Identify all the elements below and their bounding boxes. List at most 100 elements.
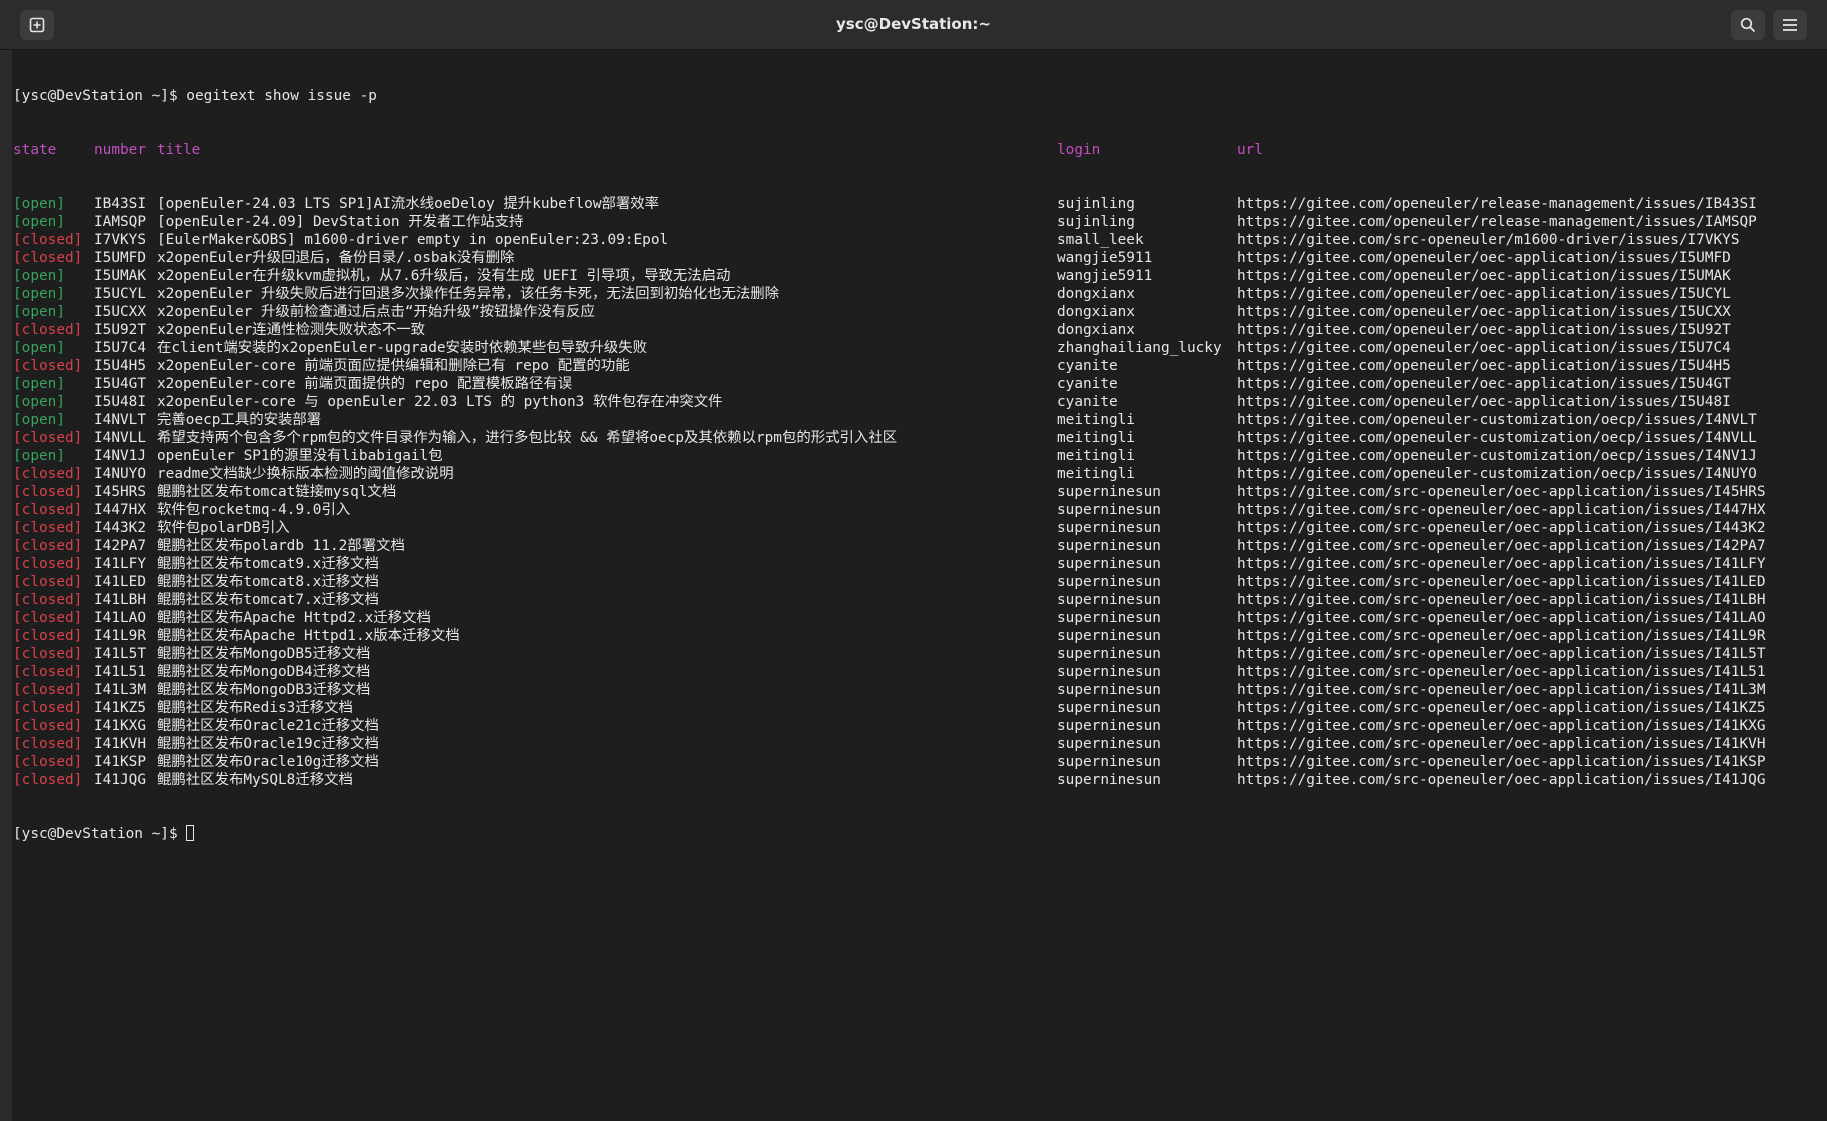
issue-login: cyanite [1057, 358, 1118, 374]
command-text: oegitext show issue -p [177, 88, 377, 104]
issue-login: meitingli [1057, 430, 1135, 446]
table-row: [closed] I5UMFD x2openEuler升级回退后，备份目录/.osb… [13, 249, 1823, 267]
issue-url[interactable]: https://gitee.com/src-openeuler/oec-appl… [1237, 573, 1766, 591]
table-row: [open] I4NV1J openEuler SP1的源里没有libabigail… [13, 447, 1823, 465]
issue-login: superninesun [1057, 610, 1161, 626]
issue-state: [closed] [13, 358, 83, 374]
issue-url[interactable]: https://gitee.com/src-openeuler/oec-appl… [1237, 753, 1766, 771]
issue-state: [closed] [13, 484, 83, 500]
table-row: [open] I5UCXX x2openEuler 升级前检查通过后点击“开始升级”… [13, 303, 1823, 321]
issue-url[interactable]: https://gitee.com/src-openeuler/oec-appl… [1237, 501, 1766, 519]
issue-url[interactable]: https://gitee.com/src-openeuler/oec-appl… [1237, 537, 1766, 555]
table-row: [open] IB43SI [openEuler-24.03 LTS SP1]AI流… [13, 195, 1823, 213]
issue-number: I5UMAK [94, 268, 146, 284]
issue-url[interactable]: https://gitee.com/src-openeuler/oec-appl… [1237, 555, 1766, 573]
search-button[interactable] [1731, 10, 1765, 40]
issue-state: [closed] [13, 322, 83, 338]
issue-state: [closed] [13, 664, 83, 680]
issue-url[interactable]: https://gitee.com/openeuler/oec-applicat… [1237, 267, 1731, 285]
issue-url[interactable]: https://gitee.com/openeuler/oec-applicat… [1237, 303, 1731, 321]
issue-login: sujinling [1057, 196, 1135, 212]
issue-number: I41KZ5 [94, 700, 146, 716]
issue-login: superninesun [1057, 538, 1161, 554]
issue-url[interactable]: https://gitee.com/openeuler/oec-applicat… [1237, 357, 1731, 375]
issue-number: I4NVLL [94, 430, 146, 446]
issue-url[interactable]: https://gitee.com/openeuler/oec-applicat… [1237, 375, 1731, 393]
issue-number: I41KVH [94, 736, 146, 752]
issue-title: [EulerMaker&OBS] m1600-driver empty in o… [157, 232, 669, 248]
header-number: number [94, 142, 146, 158]
issue-url[interactable]: https://gitee.com/openeuler/oec-applicat… [1237, 339, 1731, 357]
issue-number: I5UMFD [94, 250, 146, 266]
issue-state: [closed] [13, 736, 83, 752]
issue-login: superninesun [1057, 682, 1161, 698]
table-row: [closed] I41LBH 鲲鹏社区发布tomcat7.x迁移文档 superni… [13, 591, 1823, 609]
search-icon [1740, 17, 1756, 33]
issue-state: [closed] [13, 430, 83, 446]
issue-number: I45HRS [94, 484, 146, 500]
issue-url[interactable]: https://gitee.com/openeuler-customizatio… [1237, 465, 1757, 483]
issue-url[interactable]: https://gitee.com/openeuler/oec-applicat… [1237, 249, 1731, 267]
table-row: [closed] I41LFY 鲲鹏社区发布tomcat9.x迁移文档 superni… [13, 555, 1823, 573]
table-row: [open] I5U7C4 在client端安装的x2openEuler-upgra… [13, 339, 1823, 357]
final-prompt: [ysc@DevStation ~]$ [13, 826, 187, 842]
issue-state: [closed] [13, 466, 83, 482]
issue-url[interactable]: https://gitee.com/openeuler/oec-applicat… [1237, 393, 1731, 411]
table-row: [closed] I4NUYO readme文档缺少换标版本检测的阈值修改说明 mei… [13, 465, 1823, 483]
issue-url[interactable]: https://gitee.com/src-openeuler/oec-appl… [1237, 771, 1766, 789]
issue-url[interactable]: https://gitee.com/src-openeuler/m1600-dr… [1237, 231, 1740, 249]
issue-url[interactable]: https://gitee.com/src-openeuler/oec-appl… [1237, 717, 1766, 735]
issue-url[interactable]: https://gitee.com/src-openeuler/oec-appl… [1237, 645, 1766, 663]
issue-state: [open] [13, 394, 65, 410]
issue-url[interactable]: https://gitee.com/src-openeuler/oec-appl… [1237, 627, 1766, 645]
issue-url[interactable]: https://gitee.com/openeuler-customizatio… [1237, 411, 1757, 429]
issue-title: readme文档缺少换标版本检测的阈值修改说明 [157, 466, 454, 482]
issue-url[interactable]: https://gitee.com/src-openeuler/oec-appl… [1237, 699, 1766, 717]
issue-url[interactable]: https://gitee.com/src-openeuler/oec-appl… [1237, 519, 1766, 537]
table-row: [open] I5UMAK x2openEuler在升级kvm虚拟机，从7.6升级后… [13, 267, 1823, 285]
issue-url[interactable]: https://gitee.com/src-openeuler/oec-appl… [1237, 483, 1766, 501]
menu-button[interactable] [1773, 10, 1807, 40]
issue-url[interactable]: https://gitee.com/src-openeuler/oec-appl… [1237, 735, 1766, 753]
issue-title: 在client端安装的x2openEuler-upgrade安装时依赖某些包导致… [157, 340, 648, 356]
issue-login: superninesun [1057, 556, 1161, 572]
issue-number: I42PA7 [94, 538, 146, 554]
issue-url[interactable]: https://gitee.com/openeuler/release-mana… [1237, 213, 1757, 231]
issue-number: I41LFY [94, 556, 146, 572]
table-row: [closed] I4NVLL 希望支持两个包含多个rpm包的文件目录作为输入，进行… [13, 429, 1823, 447]
issue-login: superninesun [1057, 646, 1161, 662]
issue-state: [closed] [13, 610, 83, 626]
issue-url[interactable]: https://gitee.com/openeuler/oec-applicat… [1237, 321, 1731, 339]
table-row: [closed] I41KXG 鲲鹏社区发布Oracle21c迁移文档 superni… [13, 717, 1823, 735]
issue-url[interactable]: https://gitee.com/src-openeuler/oec-appl… [1237, 663, 1766, 681]
issue-login: superninesun [1057, 772, 1161, 788]
issue-url[interactable]: https://gitee.com/openeuler-customizatio… [1237, 447, 1757, 465]
terminal-output[interactable]: [ysc@DevStation ~]$ oegitext show issue … [13, 51, 1823, 1121]
issue-url[interactable]: https://gitee.com/src-openeuler/oec-appl… [1237, 609, 1766, 627]
issue-login: meitingli [1057, 466, 1135, 482]
issue-login: superninesun [1057, 754, 1161, 770]
issue-number: I41L3M [94, 682, 146, 698]
issue-title: 鲲鹏社区发布tomcat链接mysql文档 [157, 484, 397, 500]
issue-number: I4NUYO [94, 466, 146, 482]
table-row: [open] I5U4GT x2openEuler-core 前端页面提供的 rep… [13, 375, 1823, 393]
issue-url[interactable]: https://gitee.com/src-openeuler/oec-appl… [1237, 591, 1766, 609]
table-row: [closed] I41KZ5 鲲鹏社区发布Redis3迁移文档 supernines… [13, 699, 1823, 717]
issue-title: 软件包polarDB引入 [157, 520, 290, 536]
issue-state: [closed] [13, 250, 83, 266]
table-row: [closed] I5U4H5 x2openEuler-core 前端页面应提供编辑… [13, 357, 1823, 375]
issue-number: I41L51 [94, 664, 146, 680]
issue-url[interactable]: https://gitee.com/openeuler-customizatio… [1237, 429, 1757, 447]
issue-state: [closed] [13, 718, 83, 734]
issue-login: wangjie5911 [1057, 268, 1153, 284]
issue-state: [open] [13, 286, 65, 302]
issue-url[interactable]: https://gitee.com/openeuler/release-mana… [1237, 195, 1757, 213]
issue-state: [closed] [13, 520, 83, 536]
issue-title: 鲲鹏社区发布MySQL8迁移文档 [157, 772, 353, 788]
issue-number: I5U4GT [94, 376, 146, 392]
issue-login: zhanghailiang_lucky [1057, 340, 1222, 356]
issue-url[interactable]: https://gitee.com/src-openeuler/oec-appl… [1237, 681, 1766, 699]
issue-url[interactable]: https://gitee.com/openeuler/oec-applicat… [1237, 285, 1731, 303]
final-prompt-line[interactable]: [ysc@DevStation ~]$ [13, 825, 1823, 843]
header-login: login [1057, 142, 1101, 158]
